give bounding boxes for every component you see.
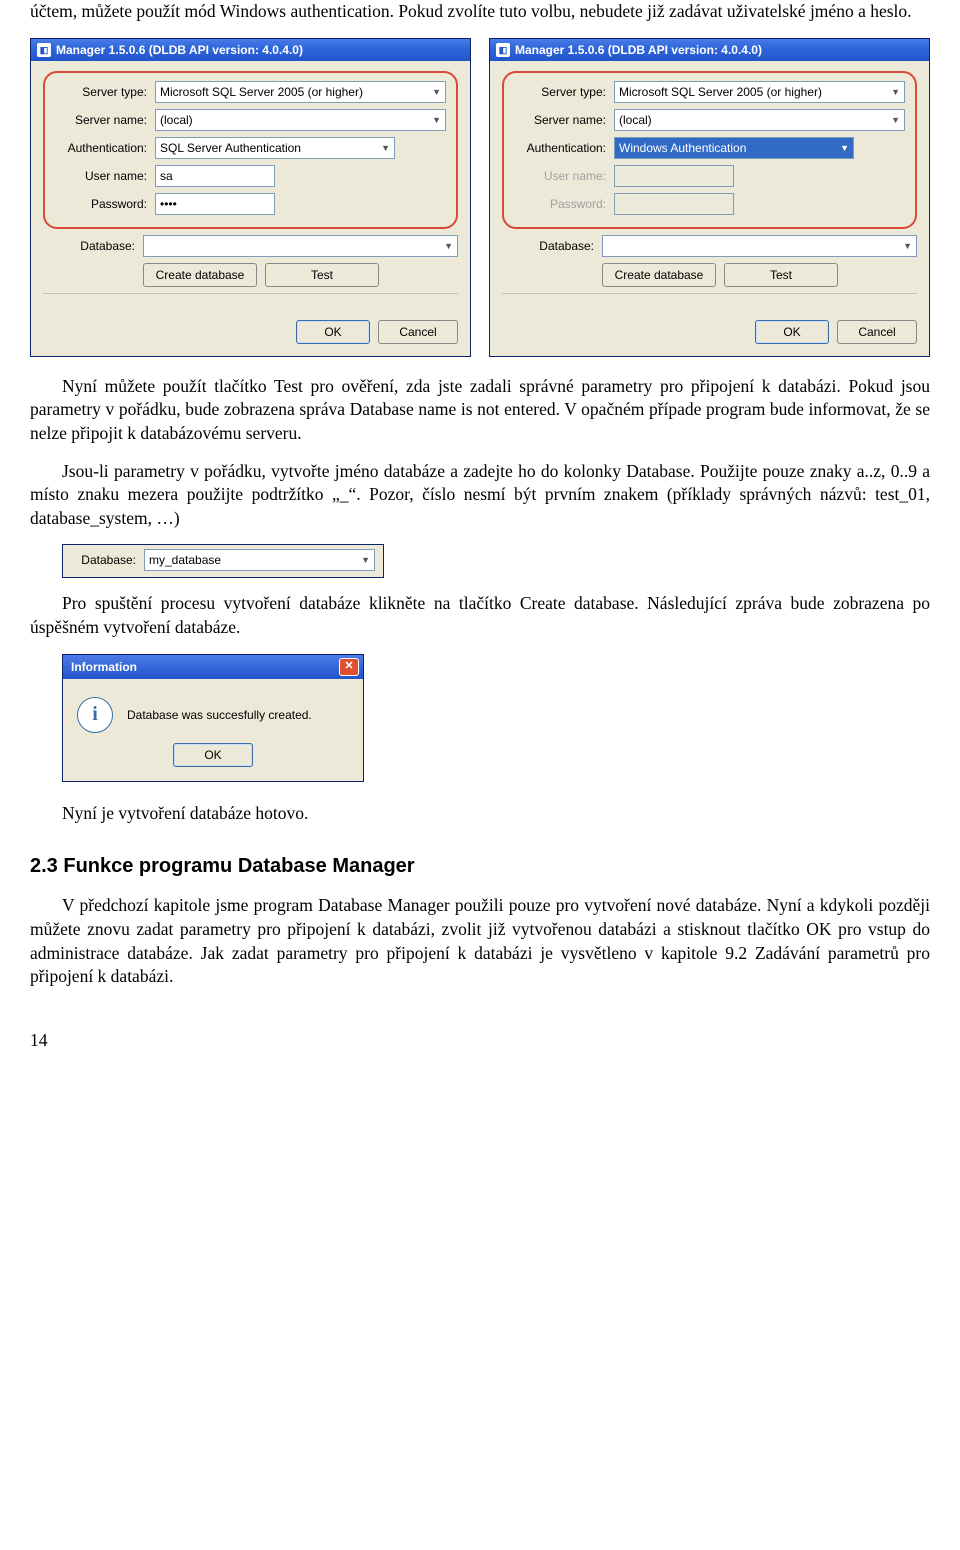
chevron-down-icon: ▼ [432,86,441,98]
db-row-figure: Database: my_database ▼ [62,544,930,578]
user-value: sa [160,168,173,184]
window-title: Manager 1.5.0.6 (DLDB API version: 4.0.4… [515,42,762,58]
server-type-value: Microsoft SQL Server 2005 (or higher) [160,84,363,100]
paragraph-test: Nyní můžete použít tlačítko Test pro ově… [30,375,930,446]
auth-value: Windows Authentication [619,140,746,156]
section-heading: 2.3 Funkce programu Database Manager [30,853,930,880]
ok-button[interactable]: OK [296,320,370,344]
paragraph-done: Nyní je vytvoření databáze hotovo. [30,802,930,826]
divider [502,293,917,294]
server-name-select[interactable]: (local) ▼ [614,109,905,131]
chevron-down-icon: ▼ [432,114,441,126]
info-ok-button[interactable]: OK [173,743,253,767]
paragraph-intro: účtem, můžete použít mód Windows authent… [30,0,930,24]
chevron-down-icon: ▼ [891,86,900,98]
server-type-value: Microsoft SQL Server 2005 (or higher) [619,84,822,100]
label-auth: Authentication: [55,140,155,156]
user-input-disabled [614,165,734,187]
chevron-down-icon: ▼ [840,142,849,154]
chevron-down-icon: ▼ [891,114,900,126]
label-db: Database: [71,552,144,568]
dialog-sql-auth: ◧ Manager 1.5.0.6 (DLDB API version: 4.0… [30,38,471,357]
info-message: Database was succesfully created. [127,707,312,723]
info-dialog: Information ✕ i Database was succesfully… [62,654,364,782]
server-type-select[interactable]: Microsoft SQL Server 2005 (or higher) ▼ [155,81,446,103]
label-db: Database: [502,238,602,254]
paragraph-functions: V předchozí kapitole jsme program Databa… [30,894,930,989]
highlight-box: Server type: Microsoft SQL Server 2005 (… [43,71,458,229]
server-type-select[interactable]: Microsoft SQL Server 2005 (or higher) ▼ [614,81,905,103]
label-user: User name: [514,168,614,184]
server-name-value: (local) [619,112,652,128]
label-user: User name: [55,168,155,184]
db-select-filled[interactable]: my_database ▼ [144,549,375,571]
paragraph-create: Pro spuštění procesu vytvoření databáze … [30,592,930,639]
label-pass: Password: [55,196,155,212]
paragraph-dbname: Jsou-li parametry v pořádku, vytvořte jm… [30,460,930,531]
test-button[interactable]: Test [265,263,379,287]
create-database-button[interactable]: Create database [143,263,257,287]
info-dialog-figure: Information ✕ i Database was succesfully… [62,654,930,782]
create-database-button[interactable]: Create database [602,263,716,287]
db-select[interactable]: ▼ [602,235,917,257]
cancel-button[interactable]: Cancel [837,320,917,344]
info-title: Information [71,659,137,675]
chevron-down-icon: ▼ [361,554,370,566]
dialog-win-auth: ◧ Manager 1.5.0.6 (DLDB API version: 4.0… [489,38,930,357]
label-server-name: Server name: [55,112,155,128]
info-icon: i [77,697,113,733]
label-auth: Authentication: [514,140,614,156]
pass-value: •••• [160,196,177,212]
app-icon: ◧ [37,43,51,57]
auth-select[interactable]: Windows Authentication ▼ [614,137,854,159]
db-value: my_database [149,552,221,568]
label-server-type: Server type: [55,84,155,100]
chevron-down-icon: ▼ [381,142,390,154]
label-db: Database: [43,238,143,254]
label-server-name: Server name: [514,112,614,128]
auth-value: SQL Server Authentication [160,140,301,156]
chevron-down-icon: ▼ [903,240,912,252]
window-title: Manager 1.5.0.6 (DLDB API version: 4.0.4… [56,42,303,58]
cancel-button[interactable]: Cancel [378,320,458,344]
server-name-value: (local) [160,112,193,128]
pass-input-disabled [614,193,734,215]
label-server-type: Server type: [514,84,614,100]
ok-button[interactable]: OK [755,320,829,344]
close-icon[interactable]: ✕ [339,658,359,676]
pass-input[interactable]: •••• [155,193,275,215]
label-pass: Password: [514,196,614,212]
server-name-select[interactable]: (local) ▼ [155,109,446,131]
highlight-box: Server type: Microsoft SQL Server 2005 (… [502,71,917,229]
test-button[interactable]: Test [724,263,838,287]
divider [43,293,458,294]
app-icon: ◧ [496,43,510,57]
page-number: 14 [30,1029,930,1053]
db-select[interactable]: ▼ [143,235,458,257]
dialog-figures: ◧ Manager 1.5.0.6 (DLDB API version: 4.0… [30,38,930,357]
info-titlebar: Information ✕ [63,655,363,679]
titlebar: ◧ Manager 1.5.0.6 (DLDB API version: 4.0… [490,39,929,61]
user-input[interactable]: sa [155,165,275,187]
chevron-down-icon: ▼ [444,240,453,252]
auth-select[interactable]: SQL Server Authentication ▼ [155,137,395,159]
titlebar: ◧ Manager 1.5.0.6 (DLDB API version: 4.0… [31,39,470,61]
